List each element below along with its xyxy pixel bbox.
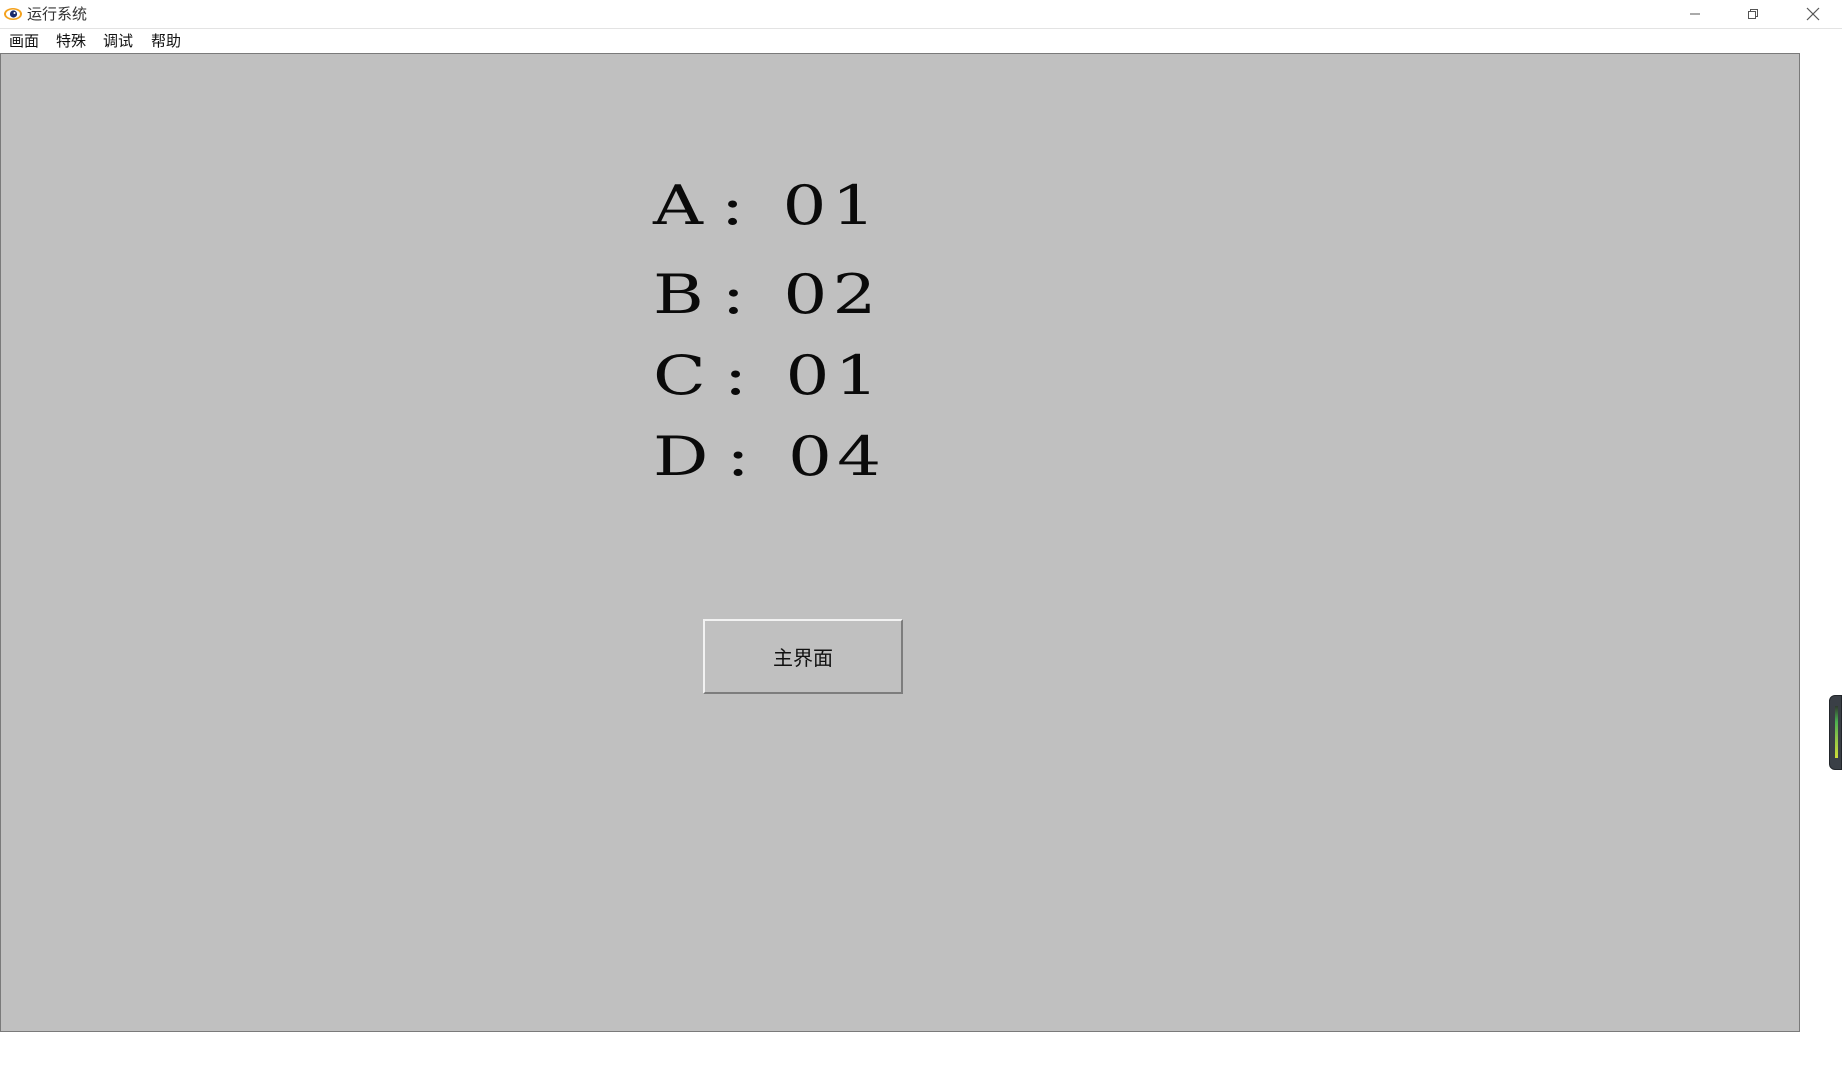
value-separator-a: : bbox=[720, 174, 750, 237]
value-label-c: C bbox=[653, 344, 712, 407]
menu-item-special[interactable]: 特殊 bbox=[54, 31, 88, 51]
value-separator-c: : bbox=[723, 344, 753, 407]
menu-item-debug[interactable]: 调试 bbox=[101, 31, 135, 51]
value-d: 04 bbox=[788, 425, 887, 488]
value-row-a: A:01 bbox=[653, 176, 881, 236]
minimize-button[interactable] bbox=[1666, 0, 1724, 28]
value-label-d: D bbox=[653, 425, 714, 488]
value-c: 01 bbox=[785, 344, 884, 407]
close-button[interactable] bbox=[1784, 0, 1842, 28]
value-label-a: A bbox=[653, 174, 709, 237]
value-row-d: D:04 bbox=[653, 427, 886, 487]
value-b: 02 bbox=[783, 263, 882, 326]
level-meter-icon bbox=[1835, 706, 1838, 758]
menu-item-help[interactable]: 帮助 bbox=[149, 31, 183, 51]
menu-bar: 画面 特殊 调试 帮助 bbox=[0, 29, 1842, 53]
restore-icon bbox=[1748, 9, 1758, 19]
value-row-b: B:02 bbox=[653, 265, 882, 325]
window-title: 运行系统 bbox=[27, 5, 88, 23]
value-separator-d: : bbox=[726, 425, 755, 488]
title-bar[interactable]: 运行系统 bbox=[0, 0, 1842, 29]
value-label-b: B bbox=[653, 263, 709, 326]
value-separator-b: : bbox=[721, 263, 751, 326]
restore-button[interactable] bbox=[1724, 0, 1782, 28]
value-a: 01 bbox=[782, 174, 881, 237]
menu-item-screen[interactable]: 画面 bbox=[7, 31, 41, 51]
minimize-icon bbox=[1690, 13, 1700, 15]
app-eye-icon bbox=[4, 8, 22, 20]
runtime-canvas: A:01 B:02 C:01 D:04 主界面 bbox=[0, 53, 1800, 1032]
main-screen-button[interactable]: 主界面 bbox=[703, 619, 903, 694]
value-row-c: C:01 bbox=[653, 346, 884, 406]
app-window: 运行系统 画面 特殊 调试 帮助 A:01 B:02 C:01 D:04 主界面 bbox=[0, 0, 1842, 1080]
side-meter-widget[interactable] bbox=[1829, 695, 1842, 770]
close-icon bbox=[1806, 7, 1820, 21]
